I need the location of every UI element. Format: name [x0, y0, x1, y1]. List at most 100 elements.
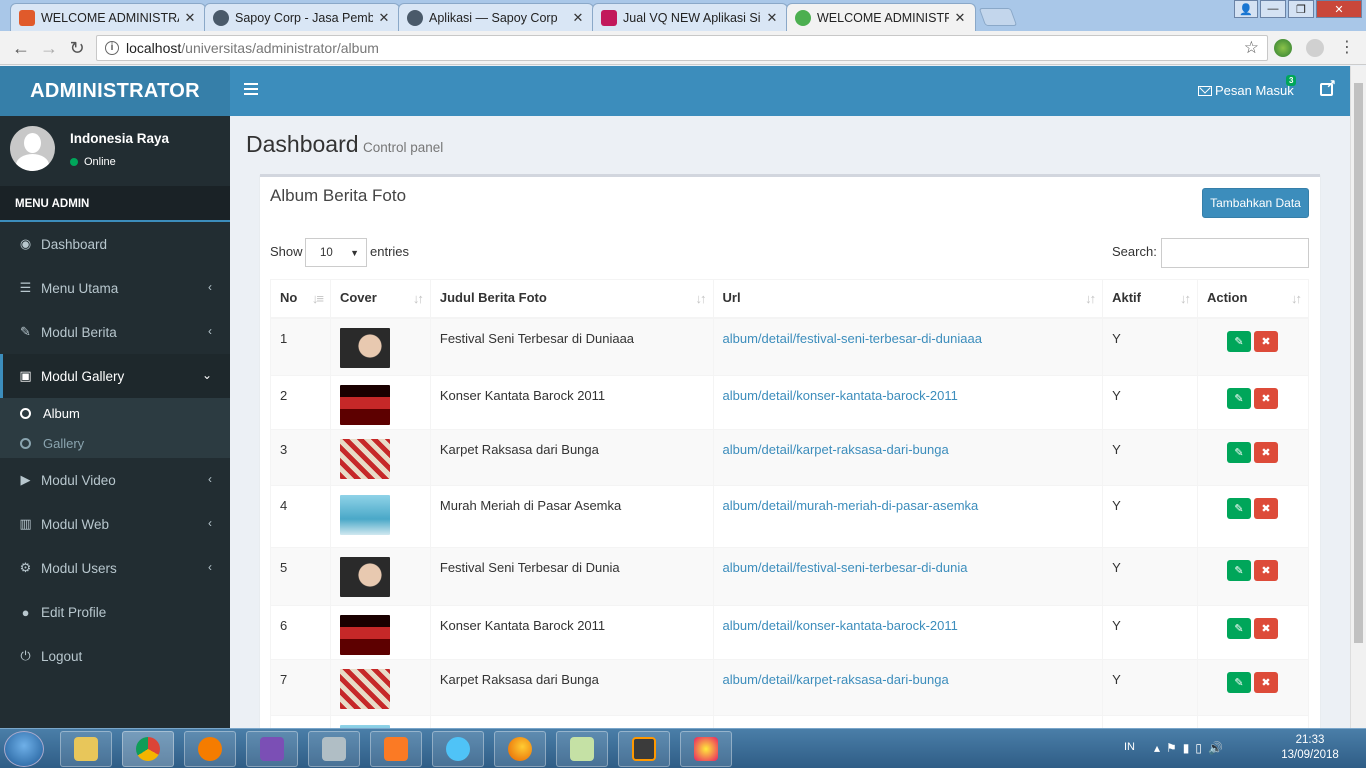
- browser-tab[interactable]: WELCOME ADMINISTRAT ✕: [10, 3, 206, 31]
- close-icon[interactable]: ✕: [953, 10, 967, 26]
- sidebar-subitem-gallery[interactable]: Gallery: [0, 428, 230, 458]
- maximize-button[interactable]: ❐: [1288, 0, 1314, 18]
- browser-tab-active[interactable]: WELCOME ADMINISTRAT ✕: [786, 3, 976, 31]
- sidebar-item-dashboard[interactable]: ◉ Dashboard: [0, 222, 230, 266]
- kebab-menu-icon[interactable]: ⋮: [1336, 37, 1358, 59]
- album-url-link[interactable]: album/detail/karpet-raksasa-dari-bunga: [723, 672, 949, 687]
- delete-button[interactable]: ✖: [1253, 672, 1278, 693]
- edit-button[interactable]: ✎: [1226, 442, 1251, 463]
- sidebar-item-logout[interactable]: ⏻ Logout: [0, 634, 230, 678]
- delete-button[interactable]: ✖: [1253, 618, 1278, 639]
- browser-tab[interactable]: Aplikasi — Sapoy Corp ✕: [398, 3, 594, 31]
- user-profile-button[interactable]: 👤: [1234, 0, 1258, 18]
- column-header-action[interactable]: Action ↓↑: [1196, 279, 1310, 319]
- paint-taskbar-icon[interactable]: [680, 731, 732, 767]
- tray-icons[interactable]: ▴⚑▮▯🔊: [1154, 741, 1229, 755]
- firefox-taskbar-icon[interactable]: [494, 731, 546, 767]
- clock-time: 21:33: [1295, 734, 1325, 746]
- album-cover-thumbnail[interactable]: [339, 385, 390, 425]
- app-logo[interactable]: ADMINISTRATOR: [0, 66, 230, 116]
- add-data-button[interactable]: Tambahkan Data: [1202, 188, 1309, 218]
- hamburger-menu-icon[interactable]: [244, 83, 258, 97]
- messages-link[interactable]: Pesan Masuk: [1198, 83, 1294, 98]
- edit-button[interactable]: ✎: [1226, 672, 1251, 693]
- explorer-taskbar-icon[interactable]: [60, 731, 112, 767]
- sidebar-item-modul-web[interactable]: ▥ Modul Web ‹: [0, 502, 230, 546]
- info-icon[interactable]: i: [105, 41, 119, 55]
- entries-select[interactable]: 10: [305, 238, 367, 268]
- album-cover-thumbnail[interactable]: [339, 439, 390, 479]
- page-scrollbar[interactable]: [1350, 66, 1366, 728]
- delete-button[interactable]: ✖: [1253, 498, 1278, 519]
- sidebar-item-modul-video[interactable]: ▶ Modul Video ‹: [0, 458, 230, 502]
- visual-studio-taskbar-icon[interactable]: [246, 731, 298, 767]
- column-header-aktif[interactable]: Aktif ↓↑: [1102, 279, 1198, 319]
- column-header-cover[interactable]: Cover ↓↑: [329, 279, 431, 319]
- edit-button[interactable]: ✎: [1226, 330, 1251, 352]
- album-url-link[interactable]: album/detail/konser-kantata-barock-2011: [723, 618, 958, 633]
- close-icon[interactable]: ✕: [571, 10, 585, 26]
- album-cover-thumbnail[interactable]: [339, 495, 390, 535]
- forward-arrow-icon[interactable]: →: [38, 37, 60, 59]
- keyboard-taskbar-icon[interactable]: [308, 731, 360, 767]
- cell-title: Festival Seni Terbesar di Dunia: [429, 547, 714, 606]
- album-cover-thumbnail[interactable]: [339, 669, 390, 709]
- column-header-judul[interactable]: Judul Berita Foto ↓↑: [429, 279, 714, 319]
- cell-url: album/detail/konser-kantata-barock-2011: [712, 605, 1104, 660]
- sidebar-item-modul-berita[interactable]: ✎ Modul Berita ‹: [0, 310, 230, 354]
- gallery-submenu: Album Gallery: [0, 398, 230, 458]
- album-cover-thumbnail[interactable]: [339, 615, 390, 655]
- sidebar-item-edit-profile[interactable]: ● Edit Profile: [0, 590, 230, 634]
- close-icon[interactable]: ✕: [183, 10, 197, 26]
- column-header-url[interactable]: Url ↓↑: [712, 279, 1104, 319]
- window-close-button[interactable]: ✕: [1316, 0, 1362, 18]
- taskbar-clock[interactable]: 21:33 13/09/2018: [1278, 733, 1342, 763]
- quill-taskbar-icon[interactable]: [432, 731, 484, 767]
- album-cover-thumbnail[interactable]: [339, 327, 390, 368]
- chrome-taskbar-icon[interactable]: [122, 731, 174, 767]
- circle-icon: [20, 407, 31, 419]
- edit-button[interactable]: ✎: [1226, 498, 1251, 519]
- sidebar-item-modul-users[interactable]: ⚙ Modul Users ‹: [0, 546, 230, 590]
- delete-button[interactable]: ✖: [1253, 388, 1278, 409]
- sidebar-subitem-album[interactable]: Album: [0, 398, 230, 428]
- back-arrow-icon[interactable]: ←: [10, 37, 32, 59]
- delete-button[interactable]: ✖: [1253, 442, 1278, 463]
- column-header-no[interactable]: No ↓≡: [270, 279, 331, 319]
- delete-button[interactable]: ✖: [1253, 560, 1278, 581]
- sublime-taskbar-icon[interactable]: [618, 731, 670, 767]
- bookmark-star-icon[interactable]: ☆: [1244, 38, 1259, 58]
- edit-button[interactable]: ✎: [1226, 560, 1251, 581]
- search-input[interactable]: [1161, 238, 1309, 268]
- chevron-left-icon: ‹: [208, 516, 212, 530]
- close-icon[interactable]: ✕: [377, 10, 391, 26]
- external-link-icon[interactable]: [1320, 77, 1336, 96]
- album-url-link[interactable]: album/detail/festival-seni-terbesar-di-d…: [723, 560, 968, 575]
- notes-taskbar-icon[interactable]: [556, 731, 608, 767]
- address-bar[interactable]: i localhost/universitas/administrator/al…: [96, 35, 1268, 61]
- language-indicator[interactable]: IN: [1124, 741, 1135, 753]
- extension-icon[interactable]: [1274, 39, 1292, 57]
- xampp-taskbar-icon[interactable]: [370, 731, 422, 767]
- album-url-link[interactable]: album/detail/murah-meriah-di-pasar-asemk…: [723, 498, 979, 513]
- media-player-taskbar-icon[interactable]: [184, 731, 236, 767]
- album-url-link[interactable]: album/detail/konser-kantata-barock-2011: [723, 388, 958, 403]
- minimize-button[interactable]: —: [1260, 0, 1286, 18]
- album-url-link[interactable]: album/detail/karpet-raksasa-dari-bunga: [723, 442, 949, 457]
- album-url-link[interactable]: album/detail/festival-seni-terbesar-di-d…: [723, 331, 982, 346]
- reload-icon[interactable]: ↻: [66, 37, 88, 59]
- xampp-favicon-icon: [19, 9, 35, 26]
- sidebar-item-menu-utama[interactable]: ☰ Menu Utama ‹: [0, 266, 230, 310]
- close-icon[interactable]: ✕: [765, 10, 779, 26]
- edit-button[interactable]: ✎: [1226, 388, 1251, 409]
- album-cover-thumbnail[interactable]: [339, 557, 390, 597]
- windows-start-button[interactable]: [4, 731, 44, 767]
- globe-extension-icon[interactable]: [1306, 39, 1324, 57]
- edit-button[interactable]: ✎: [1226, 618, 1251, 639]
- sidebar-item-modul-gallery[interactable]: ▣ Modul Gallery ⌄: [0, 354, 230, 398]
- delete-button[interactable]: ✖: [1253, 330, 1278, 352]
- browser-tab[interactable]: Sapoy Corp - Jasa Pembu ✕: [204, 3, 400, 31]
- scrollbar-thumb[interactable]: [1354, 83, 1363, 643]
- new-tab-button[interactable]: [978, 8, 1018, 26]
- browser-tab[interactable]: Jual VQ NEW Aplikasi Sir ✕: [592, 3, 788, 31]
